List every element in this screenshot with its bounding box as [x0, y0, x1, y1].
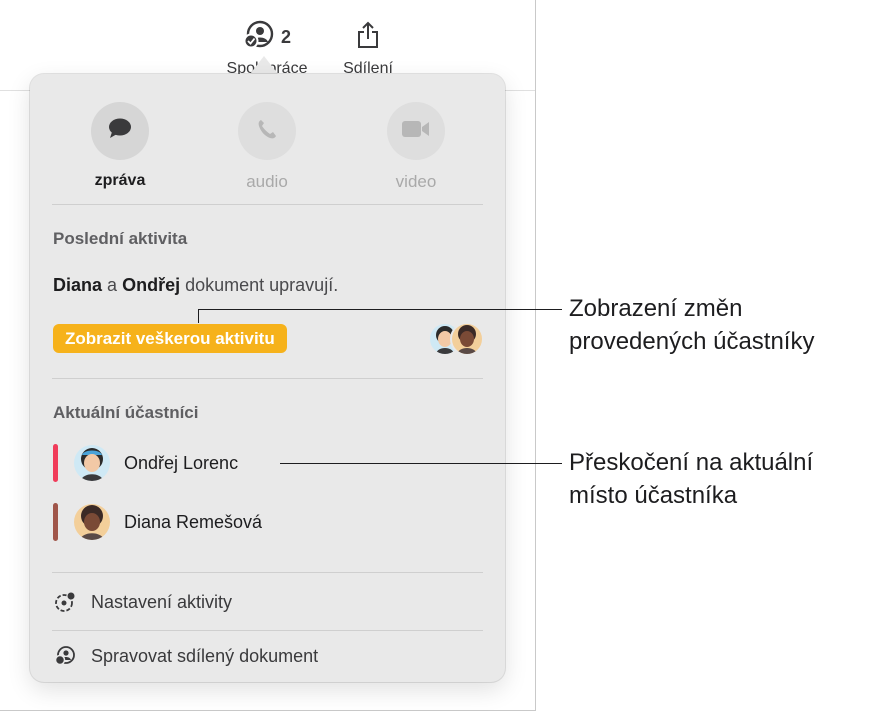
manage-shared-label: Spravovat sdílený dokument [91, 645, 319, 666]
current-participants-title: Aktuální účastníci [53, 403, 199, 422]
share-button[interactable]: Sdílení [330, 20, 406, 78]
message-button[interactable]: zpráva [70, 102, 170, 190]
participant-color-bar [53, 444, 58, 482]
participant-diana[interactable]: Diana Remešová [53, 502, 473, 542]
callout-activity: Zobrazení změn provedených účastníky [569, 292, 869, 358]
activity-settings-icon [53, 590, 77, 614]
activity-name-2: Ondřej [122, 275, 181, 295]
avatar [450, 322, 484, 356]
callout-jump-line1: Přeskočení na aktuální [569, 449, 814, 476]
participant-color-bar [53, 503, 58, 541]
collaborator-count: 2 [280, 26, 291, 47]
activity-settings-label: Nastavení aktivity [91, 591, 233, 612]
callout-activity-line2: provedených účastníky [569, 328, 815, 355]
participant-name: Ondřej Lorenc [124, 452, 239, 473]
activity-name-1: Diana [53, 275, 103, 295]
collaboration-popover: zpráva audio video Poslední aktivita Dia… [30, 74, 505, 682]
popover-arrow [250, 56, 278, 74]
video-button[interactable]: video [366, 102, 466, 192]
callout-leader [198, 309, 199, 323]
callout-leader [198, 309, 562, 310]
audio-button[interactable]: audio [217, 102, 317, 192]
divider [52, 378, 483, 379]
video-camera-icon [401, 119, 431, 144]
show-all-activity-button[interactable]: Zobrazit veškerou aktivitu [53, 324, 287, 353]
callout-activity-line1: Zobrazení změn [569, 295, 743, 322]
phone-icon [255, 117, 279, 146]
manage-shared-icon [53, 644, 77, 668]
activity-avatars[interactable] [428, 322, 488, 356]
message-bubble-icon [107, 117, 133, 146]
recent-activity-title: Poslední aktivita [53, 229, 188, 248]
divider [52, 630, 483, 631]
collaboration-icon [243, 20, 275, 55]
participant-name: Diana Remešová [124, 511, 263, 532]
manage-shared-document-menu-item[interactable]: Spravovat sdílený dokument [53, 642, 318, 670]
activity-settings-menu-item[interactable]: Nastavení aktivity [53, 588, 232, 616]
divider [52, 204, 483, 205]
callout-jump: Přeskočení na aktuální místo účastníka [569, 446, 869, 512]
audio-label: audio [246, 172, 288, 191]
avatar [74, 504, 110, 540]
message-label: zpráva [94, 172, 146, 189]
share-icon [356, 20, 380, 55]
callout-jump-line2: místo účastníka [569, 482, 738, 509]
video-label: video [395, 172, 437, 191]
divider [52, 572, 483, 573]
activity-summary: Diana a Ondřej dokument upravují. [53, 275, 338, 296]
activity-conjunction: a [107, 275, 118, 295]
avatar [74, 445, 110, 481]
activity-suffix: dokument upravují. [185, 275, 339, 295]
callout-leader [280, 463, 562, 464]
